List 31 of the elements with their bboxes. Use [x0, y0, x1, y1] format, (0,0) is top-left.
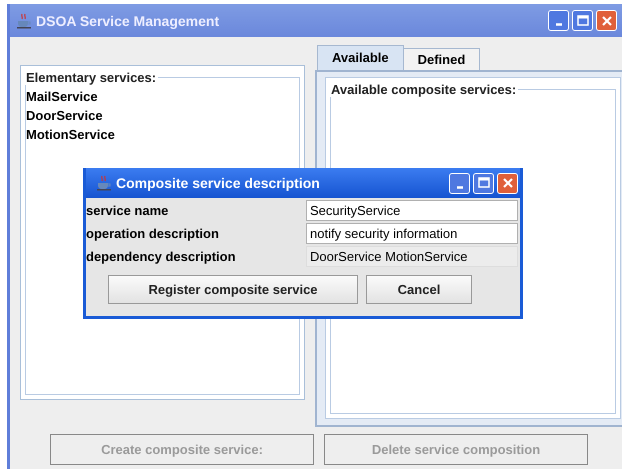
- coffee-cup-icon: [96, 175, 112, 191]
- minimize-icon: [556, 23, 562, 26]
- tab[interactable]: Defined: [402, 48, 480, 70]
- maximize-icon: [478, 177, 490, 189]
- panel-title: Elementary services:: [25, 70, 158, 85]
- close-button[interactable]: [497, 172, 518, 194]
- maximize-icon: [576, 14, 588, 26]
- dialog-title: Composite service description: [116, 175, 321, 191]
- minimize-button[interactable]: [449, 172, 470, 194]
- text-field[interactable]: notify security information: [306, 223, 518, 244]
- tab[interactable]: Available: [317, 45, 404, 70]
- close-icon: [502, 177, 514, 189]
- field-label: dependency description: [86, 248, 237, 266]
- service-item[interactable]: DoorService: [26, 106, 293, 125]
- maximize-button[interactable]: [572, 10, 593, 31]
- coffee-cup-icon: [16, 12, 32, 28]
- panel-title: Available composite services:: [330, 82, 518, 97]
- service-item[interactable]: MotionService: [26, 125, 293, 144]
- window-title: DSOA Service Management: [36, 12, 220, 28]
- dialog-button[interactable]: Cancel: [366, 275, 472, 304]
- field-label: operation description: [86, 225, 220, 243]
- minimize-icon: [456, 186, 462, 188]
- close-button[interactable]: [596, 10, 617, 31]
- close-icon: [600, 14, 612, 26]
- field-label: service name: [86, 202, 170, 220]
- service-item[interactable]: MailService: [26, 87, 293, 106]
- dialog-button[interactable]: Register composite service: [108, 275, 358, 304]
- text-field[interactable]: SecurityService: [306, 200, 518, 221]
- maximize-button[interactable]: [473, 172, 494, 194]
- text-field[interactable]: DoorService MotionService: [306, 246, 518, 267]
- minimize-button[interactable]: [548, 10, 569, 31]
